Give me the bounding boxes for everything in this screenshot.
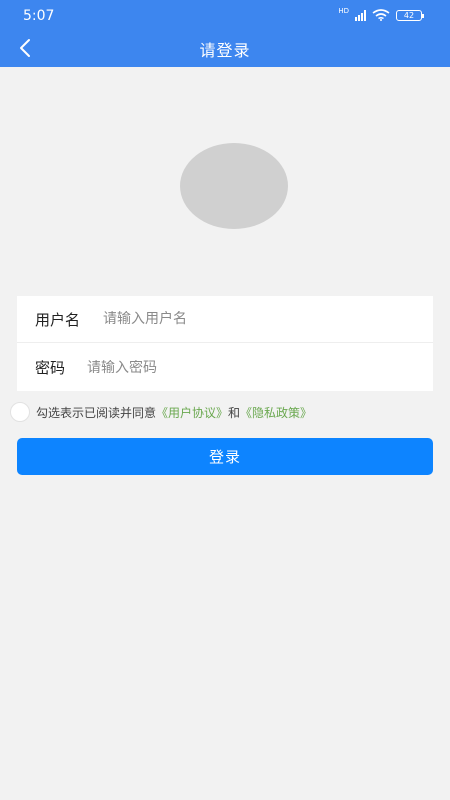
nav-bar: 请登录 — [0, 30, 450, 67]
user-agreement-link[interactable]: 《用户协议》 — [156, 404, 228, 421]
page-title: 请登录 — [199, 41, 251, 60]
username-row: 用户名 — [17, 296, 433, 343]
agreement-text: 勾选表示已阅读并同意 — [36, 405, 157, 420]
login-form: 用户名 密码 — [17, 296, 433, 391]
status-icons: HD 42 — [338, 7, 424, 21]
agreement-row: 勾选表示已阅读并同意 《用户协议》 和 《隐私政策》 — [10, 402, 312, 422]
agreement-checkbox[interactable] — [10, 402, 30, 422]
signal-icon — [355, 9, 366, 21]
privacy-policy-link[interactable]: 《隐私政策》 — [240, 404, 312, 421]
battery-icon: 42 — [396, 9, 424, 21]
avatar — [180, 143, 288, 229]
network-type-label: HD — [338, 7, 349, 15]
username-input[interactable] — [103, 311, 363, 327]
status-time: 5:07 — [23, 8, 55, 24]
password-label: 密码 — [35, 359, 66, 377]
agreement-conjunction: 和 — [228, 405, 241, 420]
battery-level: 42 — [403, 10, 415, 20]
password-input[interactable] — [87, 359, 347, 376]
password-row: 密码 — [17, 344, 433, 391]
app-header: 5:07 HD 42 请登录 — [0, 0, 450, 67]
wifi-icon — [372, 9, 390, 21]
username-label: 用户名 — [35, 310, 81, 329]
login-button[interactable]: 登录 — [17, 438, 433, 475]
status-bar: 5:07 HD 42 — [0, 0, 450, 30]
